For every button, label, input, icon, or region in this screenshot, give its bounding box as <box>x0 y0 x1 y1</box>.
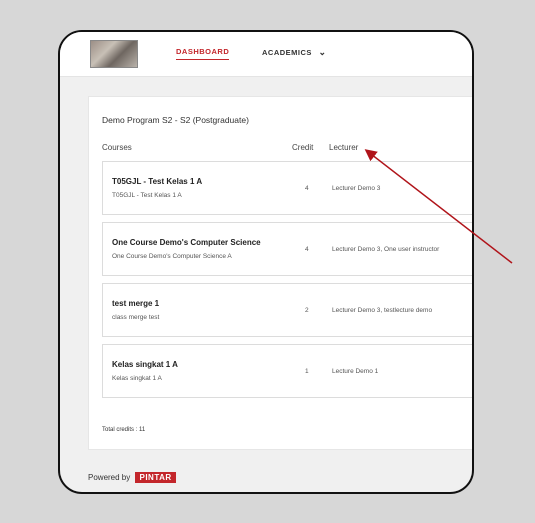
annotation-arrow <box>364 149 513 264</box>
